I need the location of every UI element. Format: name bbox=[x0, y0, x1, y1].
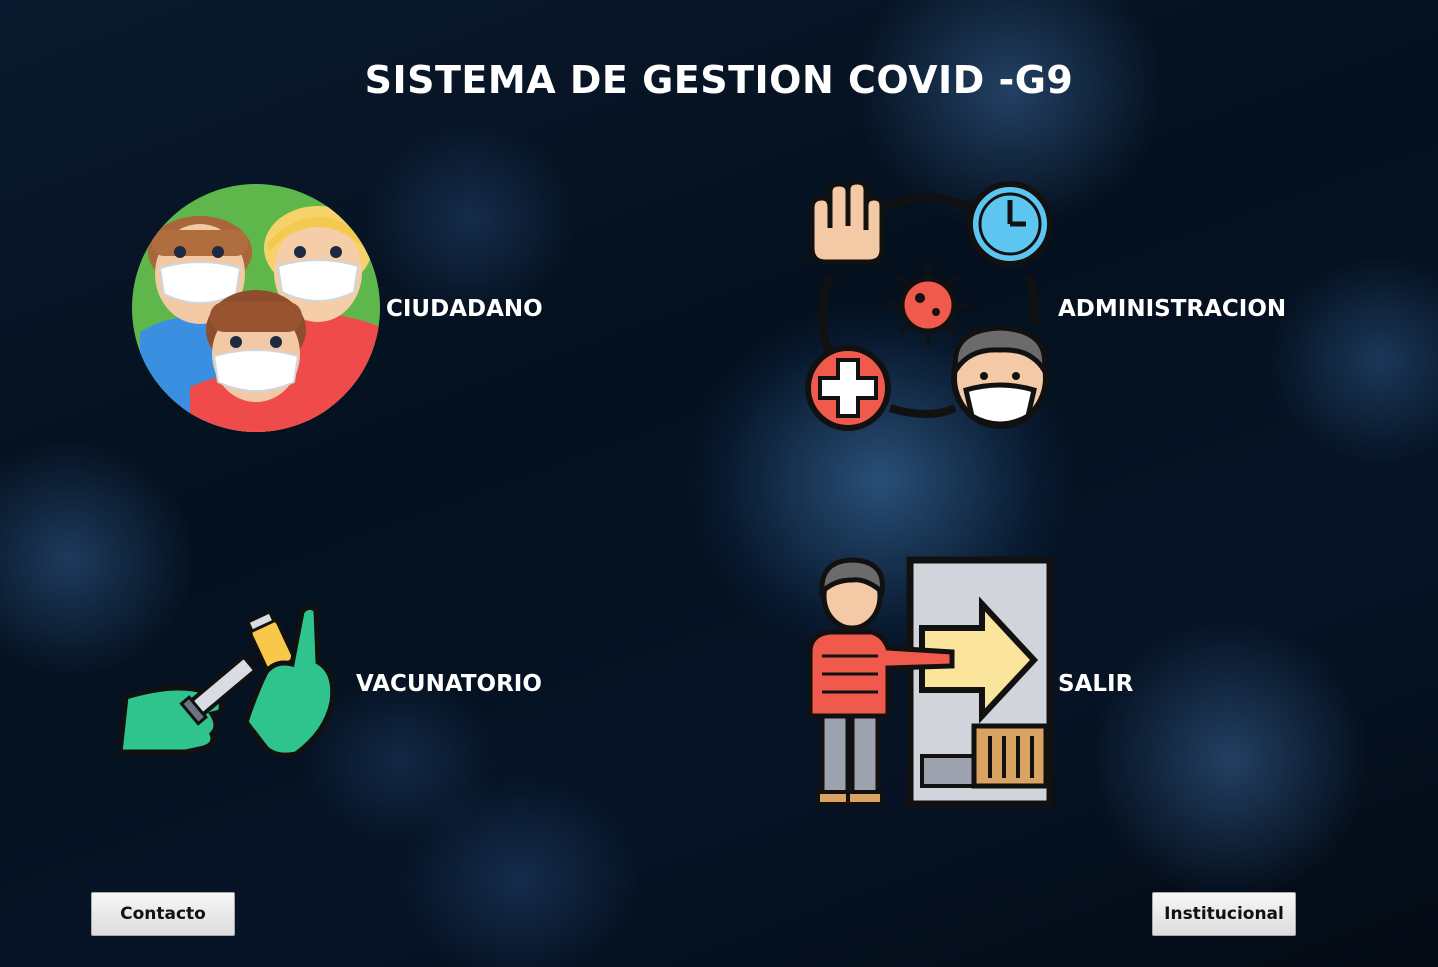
vaccine-syringe-icon bbox=[117, 604, 336, 758]
virus-background-image bbox=[0, 0, 1438, 967]
vacunatorio-label[interactable]: VACUNATORIO bbox=[356, 671, 542, 697]
administracion-label[interactable]: ADMINISTRACION bbox=[1058, 296, 1286, 322]
ciudadano-label[interactable]: CIUDADANO bbox=[386, 296, 543, 322]
salir-icon-button[interactable] bbox=[802, 556, 1056, 808]
salir-label[interactable]: SALIR bbox=[1058, 671, 1133, 697]
masked-people-icon bbox=[132, 184, 380, 432]
administracion-icon-button[interactable] bbox=[800, 179, 1058, 438]
exit-door-icon bbox=[807, 556, 1054, 808]
ciudadano-icon-button[interactable] bbox=[130, 182, 382, 434]
page-title: SISTEMA DE GESTION COVID -G9 bbox=[364, 58, 1074, 102]
vacunatorio-icon-button[interactable] bbox=[116, 602, 338, 762]
covid-admin-icon bbox=[805, 179, 1053, 431]
institucional-button[interactable]: Institucional bbox=[1152, 892, 1296, 936]
contacto-button[interactable]: Contacto bbox=[91, 892, 235, 936]
